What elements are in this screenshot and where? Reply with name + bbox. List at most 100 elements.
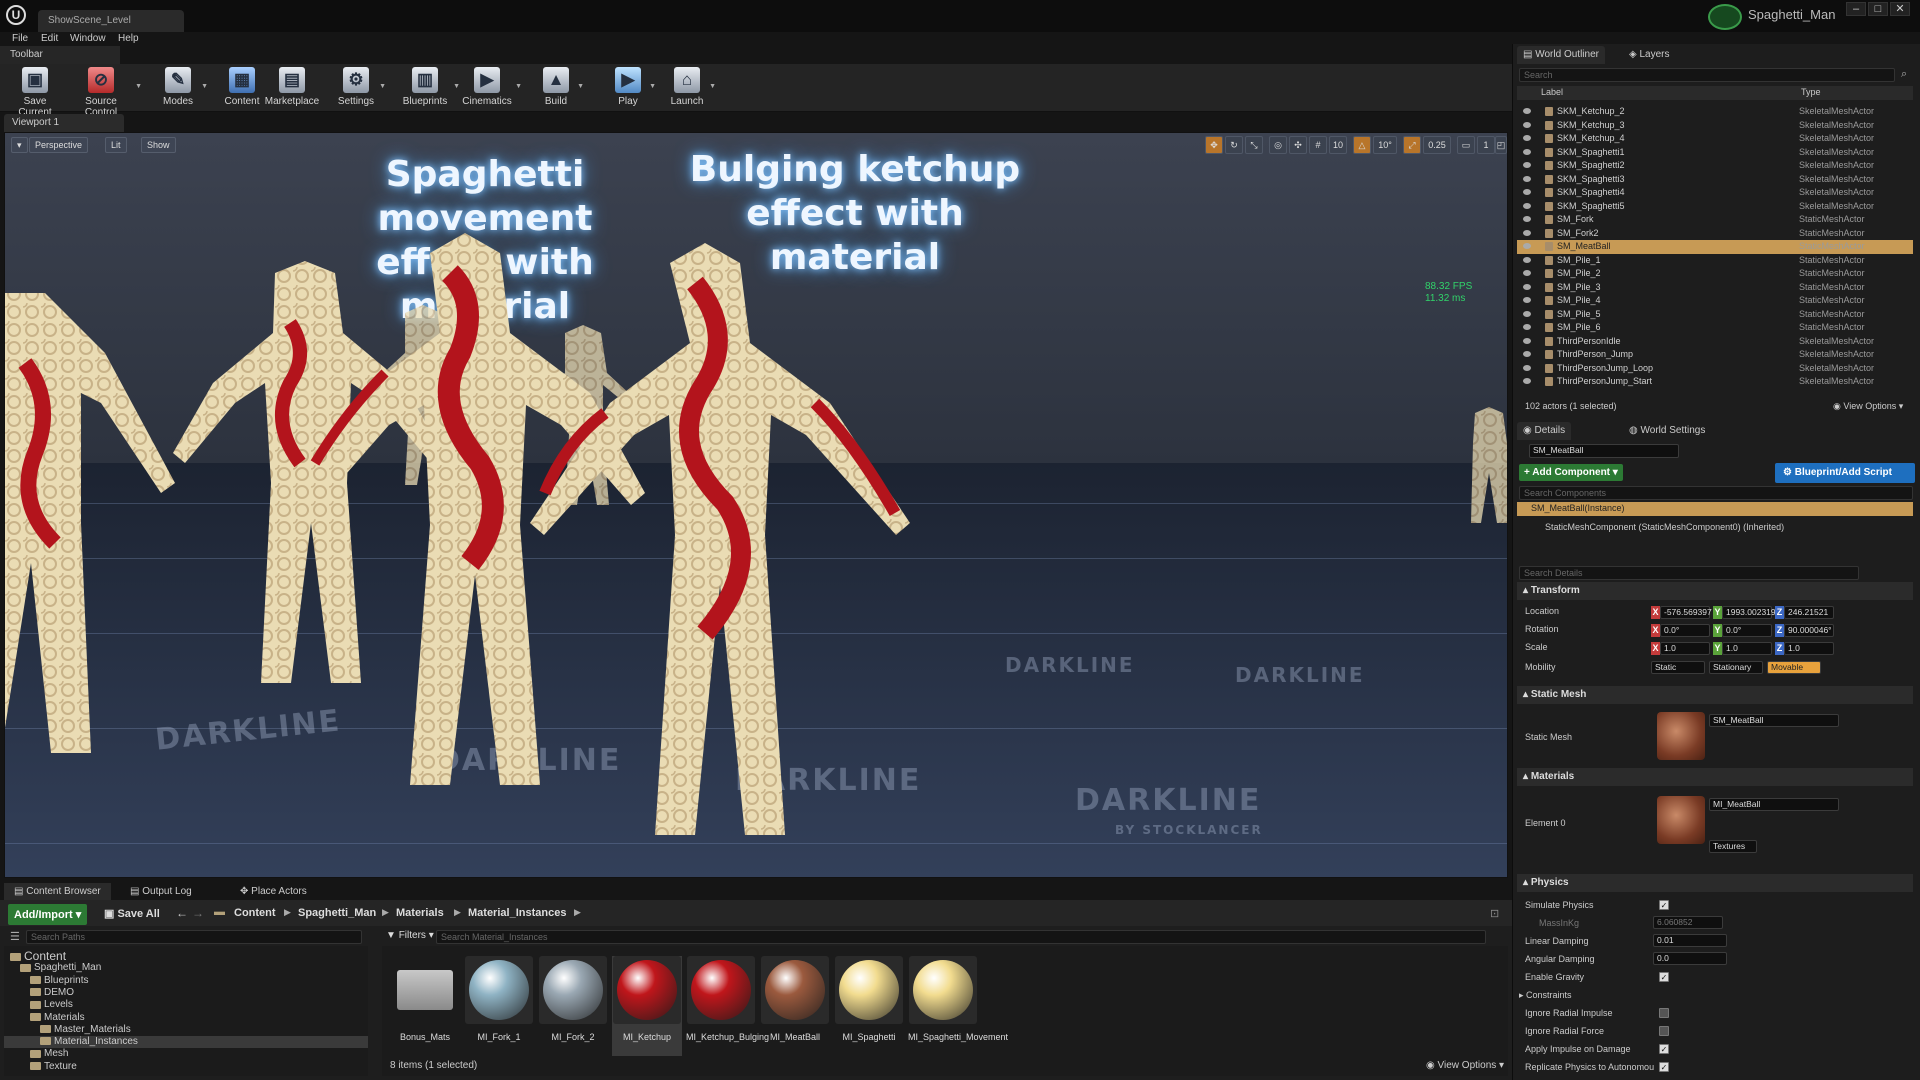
visibility-eye-icon[interactable] bbox=[1523, 310, 1531, 317]
translate-icon[interactable]: ✥ bbox=[1205, 136, 1223, 154]
asset-tile[interactable]: MI_Spaghetti bbox=[834, 956, 904, 1056]
outliner-row[interactable]: ThirdPerson_Jump SkeletalMeshActor bbox=[1517, 348, 1913, 362]
scale-snap-icon[interactable]: ⤢ bbox=[1403, 136, 1421, 154]
visibility-eye-icon[interactable] bbox=[1523, 229, 1531, 236]
source-control-button[interactable]: ⊘ Source Control ▼ bbox=[70, 67, 142, 118]
asset-tile[interactable]: MI_MeatBall bbox=[760, 956, 830, 1056]
scale-snap-value[interactable]: 0.25 bbox=[1423, 136, 1451, 154]
loc-z-field[interactable]: 246.21521 bbox=[1784, 606, 1834, 619]
folder-tree-item[interactable]: Content bbox=[4, 950, 368, 962]
add-component-button[interactable]: + Add Component ▾ bbox=[1519, 464, 1623, 481]
folder-tree-item[interactable]: Mesh bbox=[4, 1048, 368, 1060]
folder-tree-item[interactable]: Texture bbox=[4, 1061, 368, 1073]
outliner-row[interactable]: SM_Pile_2 StaticMeshActor bbox=[1517, 267, 1913, 281]
tab-content-browser[interactable]: ▤ Content Browser bbox=[4, 883, 111, 900]
lock-icon[interactable]: ⊡ bbox=[1490, 907, 1499, 920]
visibility-eye-icon[interactable] bbox=[1523, 108, 1531, 114]
asset-tile[interactable]: MI_Fork_1 bbox=[464, 956, 534, 1056]
marketplace-button[interactable]: ▤ Marketplace bbox=[264, 67, 320, 111]
ignore-radial-force-checkbox[interactable] bbox=[1659, 1026, 1669, 1036]
grid-snap-value[interactable]: 10 bbox=[1329, 136, 1347, 154]
mobility-movable-option[interactable]: Movable bbox=[1767, 661, 1821, 674]
viewport-tab[interactable]: Viewport 1 bbox=[4, 114, 124, 132]
save-current-button[interactable]: ▣ Save Current bbox=[8, 67, 62, 118]
visibility-eye-icon[interactable] bbox=[1523, 243, 1531, 249]
material-thumbnail[interactable] bbox=[1657, 796, 1705, 844]
col-label[interactable]: Label bbox=[1541, 87, 1563, 97]
constraints-label[interactable]: ▸ Constraints bbox=[1519, 990, 1572, 1001]
visibility-eye-icon[interactable] bbox=[1523, 148, 1531, 155]
perspective-button[interactable]: Perspective bbox=[29, 137, 89, 153]
outliner-row[interactable]: SM_Pile_4 StaticMeshActor bbox=[1517, 294, 1913, 308]
breadcrumb-material-instances[interactable]: Material_Instances bbox=[468, 907, 566, 919]
actor-name-field[interactable]: SM_MeatBall bbox=[1529, 444, 1679, 458]
search-details-input[interactable]: Search Details bbox=[1519, 566, 1859, 580]
scl-y-field[interactable]: 1.0 bbox=[1722, 642, 1772, 655]
folder-tree-item[interactable]: Blueprints bbox=[4, 975, 368, 987]
visibility-eye-icon[interactable] bbox=[1523, 121, 1531, 128]
scl-z-field[interactable]: 1.0 bbox=[1784, 642, 1834, 655]
outliner-row[interactable]: ThirdPersonJump_Start SkeletalMeshActor bbox=[1517, 375, 1913, 389]
loc-y-field[interactable]: 1993.002319 bbox=[1722, 606, 1776, 619]
outliner-row[interactable]: SM_MeatBall StaticMeshActor bbox=[1517, 240, 1913, 254]
replicate-physics-checkbox[interactable]: ✓ bbox=[1659, 1062, 1669, 1072]
rotate-icon[interactable]: ↻ bbox=[1225, 136, 1243, 154]
folder-tree-item[interactable]: Levels bbox=[4, 999, 368, 1011]
visibility-eye-icon[interactable] bbox=[1523, 256, 1531, 263]
camera-speed-icon[interactable]: ▭ bbox=[1457, 136, 1475, 154]
asset-tile[interactable]: MI_Fork_2 bbox=[538, 956, 608, 1056]
outliner-search-input[interactable]: Search bbox=[1519, 68, 1895, 82]
search-assets-input[interactable]: Search Material_Instances bbox=[436, 930, 1486, 944]
tab-details[interactable]: ◉ Details bbox=[1517, 422, 1572, 440]
folder-tree-item[interactable]: Material_Instances bbox=[4, 1036, 368, 1049]
breadcrumb-spaghetti-man[interactable]: Spaghetti_Man bbox=[298, 907, 376, 919]
outliner-row[interactable]: ThirdPersonIdle SkeletalMeshActor bbox=[1517, 335, 1913, 349]
filters-button[interactable]: ▼ Filters ▾ bbox=[386, 930, 434, 941]
visibility-eye-icon[interactable] bbox=[1523, 162, 1531, 168]
textures-dropdown[interactable]: Textures bbox=[1709, 840, 1757, 853]
enable-gravity-checkbox[interactable]: ✓ bbox=[1659, 972, 1669, 982]
menu-window[interactable]: Window bbox=[70, 33, 106, 44]
material-dropdown[interactable]: MI_MeatBall bbox=[1709, 798, 1839, 811]
tab-place-actors[interactable]: ✥ Place Actors bbox=[230, 883, 317, 900]
static-mesh-component-row[interactable]: StaticMeshComponent (StaticMeshComponent… bbox=[1545, 522, 1784, 532]
menu-file[interactable]: File bbox=[12, 33, 28, 44]
outliner-row[interactable]: SKM_Spaghetti5 SkeletalMeshActor bbox=[1517, 200, 1913, 214]
outliner-row[interactable]: SKM_Ketchup_3 SkeletalMeshActor bbox=[1517, 119, 1913, 133]
outliner-row[interactable]: SM_Pile_1 StaticMeshActor bbox=[1517, 254, 1913, 268]
scl-x-field[interactable]: 1.0 bbox=[1660, 642, 1710, 655]
close-button[interactable]: ✕ bbox=[1890, 2, 1910, 16]
visibility-eye-icon[interactable] bbox=[1523, 283, 1531, 290]
loc-x-field[interactable]: -576.569397 bbox=[1660, 606, 1712, 619]
outliner-row[interactable]: SKM_Ketchup_2 SkeletalMeshActor bbox=[1517, 105, 1913, 119]
visibility-eye-icon[interactable] bbox=[1523, 270, 1531, 276]
settings-button[interactable]: ⚙ Settings ▼ bbox=[336, 67, 386, 111]
rot-x-field[interactable]: 0.0° bbox=[1660, 624, 1710, 637]
visibility-eye-icon[interactable] bbox=[1523, 378, 1531, 384]
linear-damping-field[interactable]: 0.01 bbox=[1653, 934, 1727, 947]
mobility-static-option[interactable]: Static bbox=[1651, 661, 1705, 674]
menu-help[interactable]: Help bbox=[118, 33, 139, 44]
content-button[interactable]: ▦ Content bbox=[222, 67, 262, 111]
folder-tree-item[interactable]: DEMO bbox=[4, 987, 368, 999]
static-mesh-thumbnail[interactable] bbox=[1657, 712, 1705, 760]
outliner-row[interactable]: SKM_Spaghetti1 SkeletalMeshActor bbox=[1517, 146, 1913, 160]
asset-tile[interactable]: MI_Spaghetti_Movement bbox=[908, 956, 1008, 1056]
build-button[interactable]: ▲ Build ▼ bbox=[538, 67, 584, 111]
level-viewport[interactable]: DARKLINE DARKLINE DARKLINE DARKLINE DARK… bbox=[4, 132, 1508, 878]
outliner-row[interactable]: SKM_Spaghetti4 SkeletalMeshActor bbox=[1517, 186, 1913, 200]
outliner-row[interactable]: ThirdPersonJump_Loop SkeletalMeshActor bbox=[1517, 362, 1913, 376]
add-import-button[interactable]: Add/Import ▾ bbox=[8, 904, 88, 925]
materials-section[interactable]: ▴ Materials bbox=[1517, 768, 1913, 786]
rotation-snap-value[interactable]: 10° bbox=[1373, 136, 1397, 154]
asset-tile[interactable]: MI_Ketchup bbox=[612, 956, 682, 1056]
mobility-stationary-option[interactable]: Stationary bbox=[1709, 661, 1763, 674]
visibility-eye-icon[interactable] bbox=[1523, 189, 1531, 195]
asset-tile[interactable]: MI_Ketchup_Bulging bbox=[686, 956, 769, 1056]
camera-speed-value[interactable]: 1 bbox=[1477, 136, 1495, 154]
modes-button[interactable]: ✎ Modes ▼ bbox=[158, 67, 208, 111]
visibility-eye-icon[interactable] bbox=[1523, 324, 1531, 330]
rot-y-field[interactable]: 0.0° bbox=[1722, 624, 1772, 637]
surface-snap-icon[interactable]: ✣ bbox=[1289, 136, 1307, 154]
tab-world-settings[interactable]: ◍ World Settings bbox=[1623, 422, 1711, 440]
